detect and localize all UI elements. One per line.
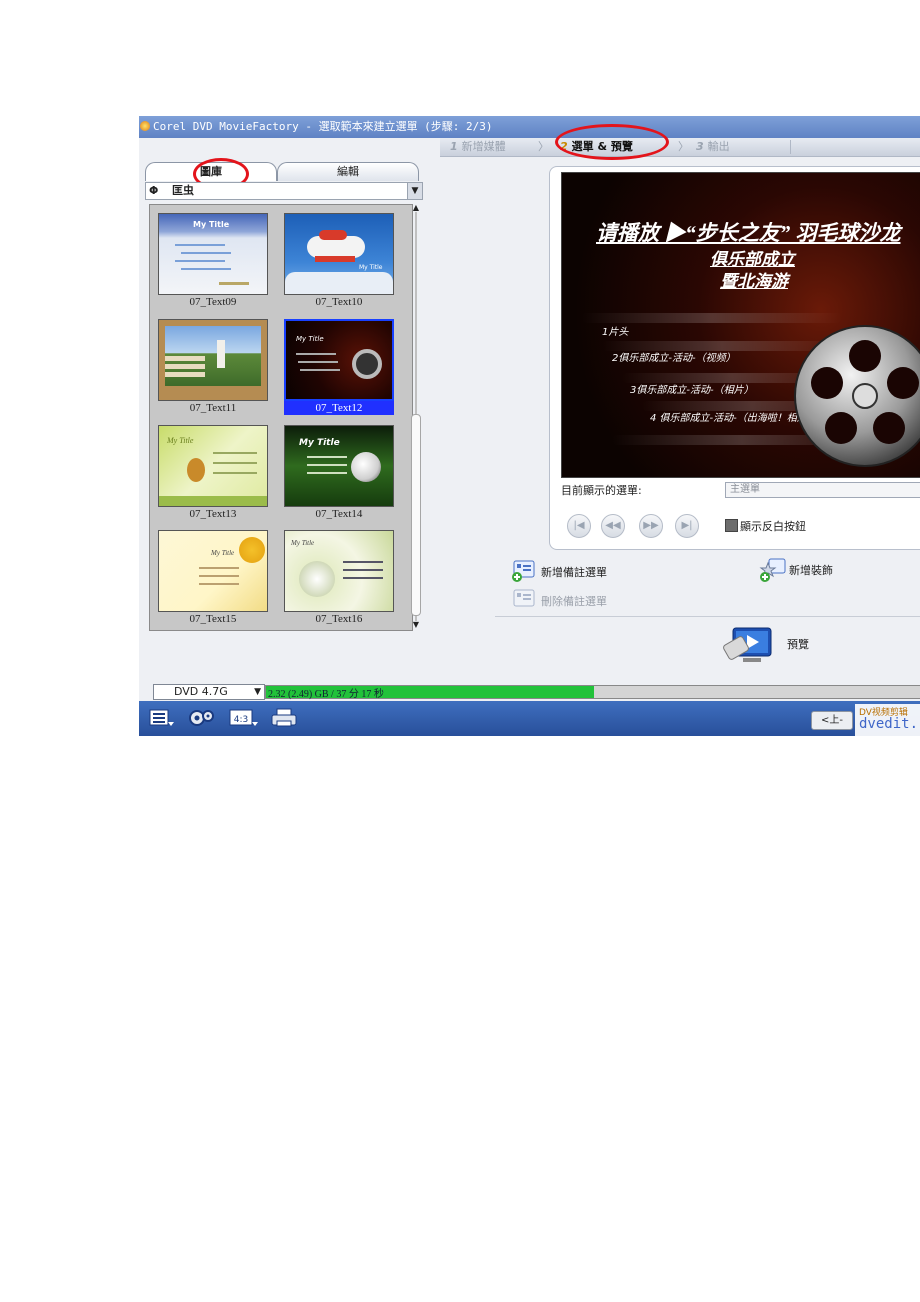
highlight-checkbox[interactable]: [725, 519, 738, 532]
template-gallery: My Title 07_Text09 My Title 07_Text10 07…: [149, 204, 413, 631]
category-select[interactable]: Φ 匡虫 ▼: [145, 182, 423, 200]
template-name: 07_Text12: [284, 401, 394, 415]
template-thumbnail: My Title: [284, 319, 394, 401]
list-view-icon[interactable]: [149, 708, 175, 728]
step-divider-1: 〉: [538, 140, 549, 153]
add-decoration-icon: [759, 558, 786, 582]
template-tile-selected[interactable]: My Title 07_Text12: [284, 319, 394, 415]
capacity-bar: 2.32 (2.49) GB / 37 分 17 秒: [265, 685, 920, 700]
svg-text:4:3: 4:3: [234, 715, 248, 725]
template-tile[interactable]: My Title 07_Text10: [284, 213, 394, 309]
add-submenu-icon: [512, 560, 535, 582]
app-window: Corel DVD MovieFactory - 選取範本來建立選單 (步驟: …: [139, 116, 920, 736]
template-name: 07_Text10: [315, 296, 363, 308]
preview-subheading-2: 暨北海游: [720, 272, 788, 291]
step-bar: 1 新增媒體 〉 2 選單 & 預覽 〉 3 輸出: [440, 138, 920, 157]
menu-preview[interactable]: 请播放 ▶“步长之友” 羽毛球沙龙 俱乐部成立 暨北海游 1片头 2俱乐部成立-…: [561, 172, 920, 478]
printer-icon[interactable]: [271, 708, 297, 728]
dropdown-arrow-icon[interactable]: ▼: [407, 183, 422, 199]
forward-button[interactable]: ▶▶: [639, 514, 663, 538]
template-thumbnail: My Title: [284, 530, 394, 612]
template-name: 07_Text14: [315, 508, 363, 520]
template-name: 07_Text09: [189, 296, 237, 308]
template-tile[interactable]: My Title 07_Text09: [158, 213, 268, 309]
disc-type-select[interactable]: DVD 4.7G ▼: [153, 684, 265, 700]
window-title: Corel DVD MovieFactory - 選取範本來建立選單 (步驟: …: [153, 120, 493, 133]
rewind-button[interactable]: ◀◀: [601, 514, 625, 538]
preview-menu-item[interactable]: 3俱乐部成立-活动-（相片）: [630, 381, 754, 396]
dropdown-arrow-icon[interactable]: ▼: [254, 685, 261, 699]
thumb-title-text: My Title: [359, 264, 383, 271]
app-icon: [140, 121, 150, 131]
template-thumbnail: My Title: [158, 530, 268, 612]
template-name: 07_Text11: [189, 402, 237, 414]
preview-menu-item[interactable]: 1片头: [602, 323, 628, 338]
aspect-ratio-icon[interactable]: 4:3: [229, 708, 259, 728]
current-menu-select[interactable]: 主選單: [725, 482, 920, 498]
template-thumbnail: My Title: [284, 213, 394, 295]
thumb-title-text: My Title: [211, 549, 235, 557]
template-name: 07_Text16: [315, 613, 363, 625]
current-menu-label: 目前顯示的選單:: [561, 484, 642, 497]
watermark: DV视频剪辑 dvedit.: [855, 704, 920, 736]
tab-edit[interactable]: 編輯: [277, 162, 419, 181]
status-bar: DVD 4.7G ▼ 2.32 (2.49) GB / 37 分 17 秒: [153, 684, 920, 700]
title-bar: Corel DVD MovieFactory - 選取範本來建立選單 (步驟: …: [139, 116, 920, 138]
template-thumbnail: My Title: [284, 425, 394, 507]
template-tile[interactable]: My Title 07_Text16: [284, 530, 394, 626]
step-1[interactable]: 1 新增媒體: [450, 139, 506, 155]
last-button[interactable]: ▶|: [675, 514, 699, 538]
annotation-oval-steps: [555, 124, 669, 160]
template-name: 07_Text15: [189, 613, 237, 625]
thumb-title-text: My Title: [291, 539, 315, 547]
delete-submenu-icon: [513, 589, 535, 607]
scroll-thumb[interactable]: [411, 414, 421, 616]
film-reel-icon: [794, 325, 920, 467]
template-tile[interactable]: 07_Text11: [158, 319, 268, 415]
capacity-text: 2.32 (2.49) GB / 37 分 17 秒: [268, 689, 384, 700]
scroll-down-icon[interactable]: ▼: [411, 621, 421, 629]
template-tile[interactable]: My Title 07_Text14: [284, 425, 394, 521]
gallery-scrollbar[interactable]: ▲ ▼: [411, 204, 421, 629]
category-icon: Φ: [149, 184, 159, 197]
scroll-up-icon[interactable]: ▲: [411, 204, 421, 212]
template-thumbnail: [158, 319, 268, 401]
template-name: 07_Text13: [189, 508, 237, 520]
template-thumbnail: My Title: [158, 425, 268, 507]
preview-heading: 请播放 ▶“步长之友” 羽毛球沙龙: [596, 221, 901, 245]
thumb-title-text: My Title: [299, 438, 340, 448]
settings-gear-icon[interactable]: [187, 708, 217, 728]
template-thumbnail: My Title: [158, 213, 268, 295]
step-separator: [790, 140, 791, 154]
previous-button[interactable]: <上-: [811, 711, 853, 730]
first-button[interactable]: |◀: [567, 514, 591, 538]
thumb-title-text: My Title: [296, 335, 324, 343]
step-divider-2: 〉: [678, 140, 689, 153]
preview-icon: [723, 627, 772, 662]
template-tile[interactable]: My Title 07_Text15: [158, 530, 268, 626]
thumb-title-text: My Title: [193, 220, 230, 229]
step-3[interactable]: 3 輸出: [696, 139, 730, 155]
highlight-checkbox-label: 顯示反白按鈕: [740, 520, 806, 533]
preview-menu-item[interactable]: 2俱乐部成立-活动-（视频）: [612, 349, 736, 364]
template-tile[interactable]: My Title 07_Text13: [158, 425, 268, 521]
thumb-title-text: My Title: [167, 436, 194, 445]
bottom-toolbar: 4:3 <上- DV视频剪辑 dvedit.: [139, 701, 920, 736]
left-panel-tabs: 圖庫 編輯: [145, 162, 419, 181]
divider: [495, 616, 920, 617]
